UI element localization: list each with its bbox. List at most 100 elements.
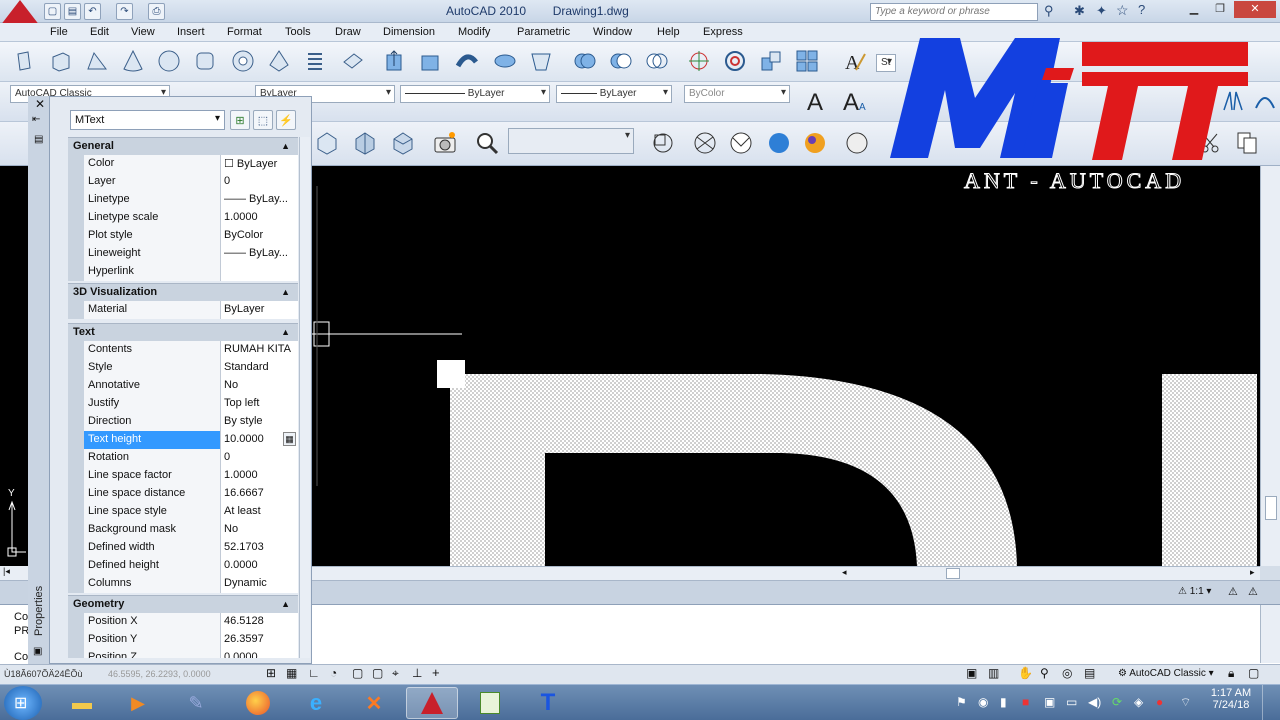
- view-back-icon[interactable]: [388, 128, 418, 158]
- taskbar-explorer-icon[interactable]: ▬: [56, 687, 108, 719]
- menu-file[interactable]: File: [50, 26, 68, 38]
- prop-value[interactable]: Top left: [221, 395, 298, 413]
- coordinates-readout[interactable]: 46.5595, 26.2293, 0.0000: [108, 669, 211, 679]
- ducs-icon[interactable]: ⊥: [412, 666, 422, 680]
- vertical-scrollbar[interactable]: [1260, 166, 1280, 566]
- menu-parametric[interactable]: Parametric: [517, 26, 570, 38]
- text-glyph-r[interactable]: [450, 374, 1017, 566]
- section-text[interactable]: Text ▲: [68, 323, 298, 341]
- polysolid-icon[interactable]: [10, 46, 40, 76]
- tray-display-icon[interactable]: ▭: [1066, 695, 1077, 709]
- prop-row-lineweight[interactable]: Lineweight —— ByLay...: [68, 245, 298, 263]
- prop-value[interactable]: 16.6667: [221, 485, 298, 503]
- favorites-star-icon[interactable]: ☆: [1116, 2, 1129, 19]
- prop-row-hyperlink[interactable]: Hyperlink: [68, 263, 298, 281]
- view-front-icon[interactable]: [312, 128, 342, 158]
- taskbar-xampp-icon[interactable]: ✕: [348, 687, 400, 719]
- drawing-canvas[interactable]: [312, 166, 1260, 566]
- object-snap-icon[interactable]: ▢: [352, 666, 363, 680]
- prop-value[interactable]: Dynamic: [221, 575, 298, 593]
- box-icon[interactable]: [46, 46, 76, 76]
- ortho-mode-icon[interactable]: ∟: [308, 666, 320, 680]
- menu-express[interactable]: Express: [703, 26, 743, 38]
- vertical-scroll-thumb[interactable]: [1265, 496, 1277, 520]
- prop-row-line-space-distance[interactable]: Line space distance 16.6667: [68, 485, 298, 503]
- section-geometry[interactable]: Geometry ▲: [68, 595, 298, 613]
- prop-row-linetype-scale[interactable]: Linetype scale 1.0000: [68, 209, 298, 227]
- prop-value-editor[interactable]: 10.0000 ▦: [221, 431, 298, 449]
- 3d-align-icon[interactable]: [756, 46, 786, 76]
- 3d-move-icon[interactable]: [684, 46, 714, 76]
- undo-icon[interactable]: ↶: [84, 3, 101, 20]
- show-desktop-button[interactable]: [1262, 685, 1280, 720]
- sphere-icon[interactable]: [154, 46, 184, 76]
- prop-row-justify[interactable]: Justify Top left: [68, 395, 298, 413]
- prop-value[interactable]: 0: [221, 449, 298, 467]
- taskbar-ie-icon[interactable]: e: [290, 687, 342, 719]
- menu-draw[interactable]: Draw: [335, 26, 361, 38]
- snap-mode-icon[interactable]: ⊞: [266, 666, 276, 680]
- palette-properties-menu-icon[interactable]: ▤: [34, 134, 43, 145]
- prop-row-style[interactable]: Style Standard: [68, 359, 298, 377]
- tray-antivirus-icon[interactable]: ■: [1022, 695, 1029, 709]
- tools-icon[interactable]: ✱: [1074, 3, 1085, 19]
- sweep-icon[interactable]: [452, 46, 482, 76]
- taskbar-autocad-icon[interactable]: [406, 687, 458, 719]
- prop-value[interactable]: 26.3597: [221, 631, 298, 649]
- 3d-wireframe-icon[interactable]: [690, 128, 720, 158]
- tray-device-icon[interactable]: ▣: [1044, 695, 1055, 709]
- prop-value[interactable]: 1.0000: [221, 467, 298, 485]
- palette-close-icon[interactable]: ✕: [35, 97, 45, 111]
- object-type-select[interactable]: MText ▾: [70, 110, 225, 130]
- section-3d-visualization[interactable]: 3D Visualization ▲: [68, 283, 298, 301]
- close-button[interactable]: ✕: [1234, 1, 1276, 18]
- section-general[interactable]: General ▲: [68, 137, 298, 155]
- prop-row-line-space-factor[interactable]: Line space factor 1.0000: [68, 467, 298, 485]
- prop-value[interactable]: 46.5128: [221, 613, 298, 631]
- 3d-array-icon[interactable]: [792, 46, 822, 76]
- prop-row-text-height[interactable]: Text height 10.0000 ▦: [68, 431, 298, 449]
- pyramid-icon[interactable]: [264, 46, 294, 76]
- prop-row-plot-style[interactable]: Plot style ByColor: [68, 227, 298, 245]
- prop-row-direction[interactable]: Direction By style: [68, 413, 298, 431]
- prop-value[interactable]: 1.0000: [221, 209, 298, 227]
- prop-value[interactable]: 10.0000: [224, 433, 264, 445]
- plotstyle-dropdown[interactable]: ByColor: [684, 85, 790, 103]
- prop-value[interactable]: ByColor: [221, 227, 298, 245]
- command-prompt[interactable]: Co: [14, 651, 28, 663]
- loft-icon[interactable]: [526, 46, 556, 76]
- prop-row-position-x[interactable]: Position X 46.5128: [68, 613, 298, 631]
- print-icon[interactable]: ⎙: [148, 3, 165, 20]
- restore-button[interactable]: ❐: [1208, 1, 1232, 18]
- realistic-shade-icon[interactable]: [764, 128, 794, 158]
- taskbar-media-player-icon[interactable]: ▶: [112, 687, 164, 719]
- horizontal-scroll-thumb[interactable]: [946, 568, 960, 579]
- lock-icon[interactable]: 🔒︎: [1228, 666, 1234, 681]
- menu-tools[interactable]: Tools: [285, 26, 311, 38]
- prop-value[interactable]: No: [221, 377, 298, 395]
- prop-row-rotation[interactable]: Rotation 0: [68, 449, 298, 467]
- revolve-icon[interactable]: [490, 46, 520, 76]
- tray-sync-icon[interactable]: ⟳: [1112, 695, 1122, 709]
- text-a-icon[interactable]: A: [802, 86, 832, 116]
- prop-value[interactable]: 52.1703: [221, 539, 298, 557]
- prop-value[interactable]: ByLayer: [221, 301, 298, 319]
- model-space-icon[interactable]: ▣: [966, 666, 977, 680]
- prop-row-defined-height[interactable]: Defined height 0.0000: [68, 557, 298, 575]
- subtract-icon[interactable]: [606, 46, 636, 76]
- zoom-icon[interactable]: [472, 128, 502, 158]
- taskbar-paint-icon[interactable]: ✎: [170, 687, 222, 719]
- minimize-button[interactable]: ▁: [1182, 1, 1206, 18]
- prop-row-columns[interactable]: Columns Dynamic: [68, 575, 298, 593]
- auto-scale-icon[interactable]: ⚠: [1248, 585, 1258, 598]
- prop-value[interactable]: RUMAH KITA: [221, 341, 298, 359]
- horizontal-scrollbar[interactable]: ◂ ▸: [312, 566, 1260, 580]
- prop-value[interactable]: —— ByLay...: [221, 245, 298, 263]
- help-icon[interactable]: ?: [1138, 2, 1145, 17]
- grip-handle[interactable]: [437, 360, 465, 388]
- layout-icon[interactable]: ▥: [988, 666, 999, 680]
- redo-icon[interactable]: ↷: [116, 3, 133, 20]
- 2d-wireframe-icon[interactable]: [648, 128, 678, 158]
- prop-value[interactable]: 0: [221, 173, 298, 191]
- prop-value[interactable]: At least: [221, 503, 298, 521]
